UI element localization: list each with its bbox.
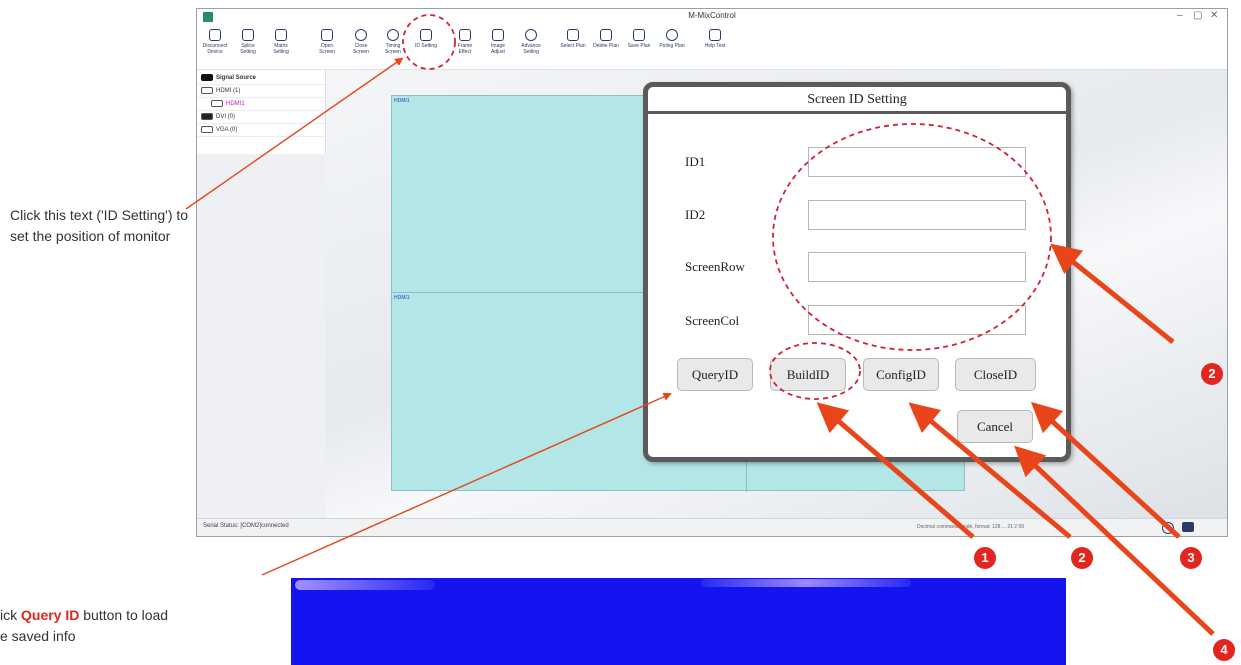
step-badge-fields: 2	[1201, 363, 1223, 385]
fields-arrow	[1050, 243, 1175, 344]
id-setting-highlight-circle	[402, 14, 456, 70]
input-fields-highlight-circle	[772, 123, 1052, 351]
build-id-highlight-circle	[769, 342, 861, 400]
screen-glare	[295, 580, 435, 590]
blue-screen-preview	[291, 578, 1066, 665]
build-id-arrow	[816, 402, 975, 539]
id-setting-note: Click this text ('ID Setting') to set th…	[10, 207, 189, 244]
step-badge-close: 3	[1180, 547, 1202, 569]
close-id-arrow	[1030, 401, 1181, 539]
step-badge-build: 1	[974, 547, 996, 569]
annotation-overlay	[185, 14, 1215, 636]
step-badge-cancel: 4	[1213, 639, 1235, 661]
id-setting-callout-line	[185, 57, 404, 210]
query-id-note: ick Query ID button to load e saved info	[0, 607, 169, 644]
screen-glare	[701, 579, 911, 587]
query-id-callout-line	[261, 392, 672, 576]
query-id-highlight: Query ID	[21, 607, 80, 623]
step-badge-config: 2	[1071, 547, 1093, 569]
